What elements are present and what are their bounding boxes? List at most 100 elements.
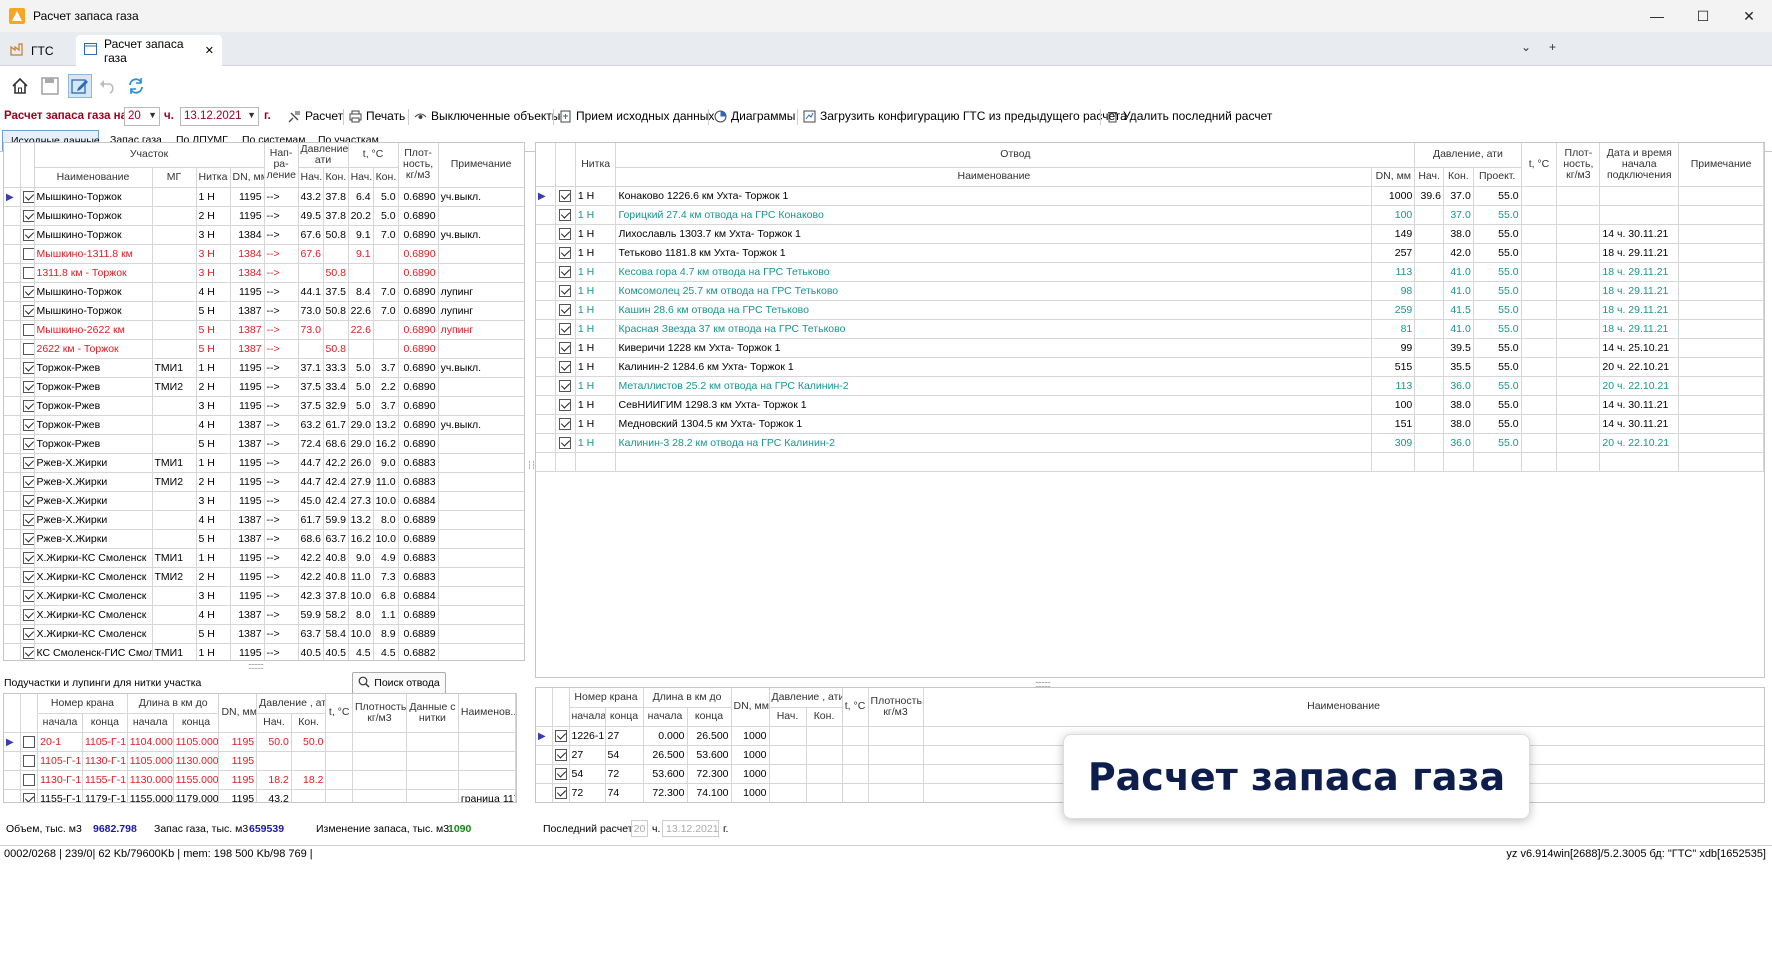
undo-icon[interactable] (96, 74, 120, 98)
table-row[interactable]: Торжок-Ржев ТМИ2 2 Н 1195 --> 37.5 33.4 5.0 2.2 0… (4, 377, 524, 397)
save-icon[interactable] (38, 74, 62, 98)
row-checkbox[interactable] (22, 475, 33, 488)
table-row[interactable]: 1 Н Кашин 28.6 км отвода на ГРС Тетьково 2… (536, 300, 1764, 320)
row-checkbox[interactable] (22, 304, 33, 317)
table-row[interactable]: Х.Жирки-КС Смоленск ТМИ1 1 Н 1195 --> 42.2 40.… (4, 548, 524, 568)
table-row[interactable]: Х.Жирки-КС Смоленск 3 Н 1195 --> 42.3 37.8 10.… (4, 586, 524, 606)
splitter-grip-icon[interactable]: :::::::::: (248, 661, 264, 671)
table-row[interactable]: 1 Н СевНИИГИМ 1298.3 км Ухта- Торжок 1 100… (536, 395, 1764, 415)
row-checkbox[interactable] (559, 360, 572, 373)
table-row[interactable]: Торжок-Ржев 3 Н 1195 --> 37.5 32.9 5.0 3.7 0.689… (4, 396, 524, 416)
minimize-icon[interactable]: — (1634, 0, 1680, 32)
load-config-button[interactable]: Загрузить конфигурацию ГТС из предыдущег… (803, 109, 1127, 123)
row-checkbox[interactable] (22, 380, 33, 393)
row-checkbox[interactable] (22, 551, 33, 564)
table-row[interactable]: 1 Н Комсомолец 25.7 км отвода на ГРС Теть… (536, 281, 1764, 301)
table-row[interactable]: Торжок-Ржев 5 Н 1387 --> 72.4 68.6 29.0 16.2 0.6… (4, 434, 524, 454)
close-tab-icon[interactable]: ✕ (205, 44, 214, 57)
row-checkbox[interactable] (559, 341, 572, 354)
table-row[interactable]: Торжок-Ржев 4 Н 1387 --> 63.2 61.7 29.0 13.2 0.6… (4, 415, 524, 435)
row-checkbox[interactable] (559, 398, 572, 411)
row-checkbox[interactable] (559, 303, 572, 316)
row-checkbox[interactable] (559, 284, 572, 297)
delete-last-button[interactable]: Удалить последний расчет (1106, 109, 1272, 123)
row-checkbox[interactable] (559, 189, 572, 202)
table-row[interactable]: 1 Н Металлистов 25.2 км отвода на ГРС Кал… (536, 376, 1764, 396)
row-checkbox[interactable] (22, 589, 33, 602)
hour-select[interactable]: 20 ▼ (124, 107, 160, 126)
row-checkbox[interactable] (22, 228, 33, 241)
row-checkbox[interactable] (22, 209, 33, 222)
table-row[interactable]: КС Смоленск-ГИС СмоленскТМИ11 Н1195-->40… (4, 643, 524, 660)
table-row[interactable]: 1 Н Лихославль 1303.7 км Ухта- Торжок 1 14… (536, 224, 1764, 244)
row-checkbox[interactable] (559, 436, 572, 449)
table-row[interactable]: Ржев-Х.Жирки 3 Н 1195 --> 45.0 42.4 27.3 10.0 0.… (4, 491, 524, 511)
row-checkbox[interactable] (22, 627, 33, 640)
row-checkbox[interactable] (22, 437, 33, 450)
diagrams-button[interactable]: Диаграммы (714, 109, 795, 123)
row-checkbox[interactable] (22, 418, 33, 431)
row-checkbox[interactable] (22, 513, 33, 526)
row-checkbox[interactable] (22, 532, 33, 545)
row-checkbox[interactable] (559, 208, 572, 221)
tab-gts[interactable]: ГТС (2, 35, 74, 66)
table-row[interactable]: 1 Н Киверичи 1228 км Ухта- Торжок 1 99 39.5… (536, 338, 1764, 358)
table-row[interactable]: Мышкино-2622 км 5 Н 1387 --> 73.0 22.6 0.6890 л… (4, 320, 524, 340)
row-checkbox[interactable] (22, 456, 33, 469)
edit-icon[interactable] (68, 74, 92, 98)
table-row[interactable]: Ржев-Х.Жирки 4 Н 1387 --> 61.7 59.9 13.2 8.0 0.6… (4, 510, 524, 530)
table-row[interactable]: Х.Жирки-КС Смоленск ТМИ2 2 Н 1195 --> 42.2 40.… (4, 567, 524, 587)
table-row[interactable]: 1 Н Красная Звезда 37 км отвода на ГРС Те… (536, 319, 1764, 339)
table-row[interactable]: ▶ Мышкино-Торжок 1 Н 1195 --> 43.2 37.8 6.4 5.0 0… (4, 187, 524, 207)
table-row[interactable]: 1 Н Кесова гора 4.7 км отвода на ГРС Теть… (536, 262, 1764, 282)
row-checkbox[interactable] (559, 227, 572, 240)
row-checkbox[interactable] (22, 266, 33, 279)
row-checkbox[interactable] (559, 265, 572, 278)
row-checkbox[interactable] (559, 417, 572, 430)
row-checkbox[interactable] (22, 247, 33, 260)
row-checkbox[interactable] (559, 379, 572, 392)
table-row[interactable]: ▶ 20-1 1105-Г-1 1104.000 1105.000 1195 50.0 50.… (4, 732, 516, 752)
refresh-icon[interactable] (124, 74, 148, 98)
row-checkbox[interactable] (22, 754, 35, 767)
row-checkbox[interactable] (22, 285, 33, 298)
table-row[interactable]: 1 Н Горицкий 27.4 км отвода на ГРС Конако… (536, 205, 1764, 225)
date-select[interactable]: 13.12.2021 ▼ (180, 107, 259, 126)
row-checkbox[interactable] (22, 190, 33, 203)
row-checkbox[interactable] (22, 342, 33, 355)
disabled-objects-button[interactable]: Выключенные объекты (414, 109, 560, 123)
row-checkbox[interactable] (554, 729, 567, 742)
row-checkbox[interactable] (22, 323, 33, 336)
row-checkbox[interactable] (554, 748, 567, 761)
row-checkbox[interactable] (22, 646, 33, 659)
print-button[interactable]: Печать (349, 109, 405, 123)
row-checkbox[interactable] (559, 246, 572, 259)
table-row[interactable]: Ржев-Х.Жирки ТМИ2 2 Н 1195 --> 44.7 42.4 27.9 11… (4, 472, 524, 492)
table-row[interactable]: 1105-Г-1 1130-Г-1 1105.000 1130.000 1195 (4, 751, 516, 771)
row-checkbox[interactable] (22, 399, 33, 412)
table-row[interactable]: Мышкино-Торжок 5 Н 1387 --> 73.0 50.8 22.6 7.0 0… (4, 301, 524, 321)
find-branch-button[interactable]: Поиск отвода (352, 672, 446, 694)
table-row[interactable]: 1 Н Калинин-3 28.2 км отвода на ГРС Калин… (536, 433, 1764, 453)
table-row[interactable]: 1 Н Калинин-2 1284.6 км Ухта- Торжок 1 515… (536, 357, 1764, 377)
table-row[interactable]: Ржев-Х.Жирки ТМИ1 1 Н 1195 --> 44.7 42.2 26.0 9.… (4, 453, 524, 473)
table-row[interactable]: Х.Жирки-КС Смоленск 5 Н 1387 --> 63.7 58.4 10.… (4, 624, 524, 644)
add-tab-icon[interactable]: + (1549, 40, 1556, 54)
table-row[interactable]: Мышкино-1311.8 км 3 Н 1384 --> 67.6 9.1 0.6890 (4, 244, 524, 264)
row-checkbox[interactable] (22, 773, 35, 786)
row-checkbox[interactable] (22, 735, 35, 748)
table-row[interactable]: Мышкино-Торжок 3 Н 1384 --> 67.6 50.8 9.1 7.0 0.… (4, 225, 524, 245)
table-row[interactable]: 1130-Г-1 1155-Г-1 1130.000 1155.000 1195 18.2… (4, 770, 516, 790)
table-row[interactable]: Торжок-Ржев ТМИ1 1 Н 1195 --> 37.1 33.3 5.0 3.7 0… (4, 358, 524, 378)
row-checkbox[interactable] (559, 322, 572, 335)
table-row[interactable]: Мышкино-Торжок 2 Н 1195 --> 49.5 37.8 20.2 5.0 0… (4, 206, 524, 226)
row-checkbox[interactable] (22, 570, 33, 583)
row-checkbox[interactable] (22, 792, 35, 802)
table-row[interactable]: Ржев-Х.Жирки 5 Н 1387 --> 68.6 63.7 16.2 10.0 0.… (4, 529, 524, 549)
table-row[interactable]: 2622 км - Торжок 5 Н 1387 --> 50.8 0.6890 (4, 339, 524, 359)
table-row[interactable]: 1 Н Тетьково 1181.8 км Ухта- Торжок 1 257 4… (536, 243, 1764, 263)
receive-data-button[interactable]: Прием исходных данных (559, 109, 714, 123)
table-row[interactable]: 1155-Г-1 1179-Г-1 1155.000 1179.000 1195 43.2… (4, 789, 516, 802)
calc-button[interactable]: Расчет (288, 109, 343, 123)
table-row[interactable]: 1311.8 км - Торжок 3 Н 1384 --> 50.8 0.6890 (4, 263, 524, 283)
